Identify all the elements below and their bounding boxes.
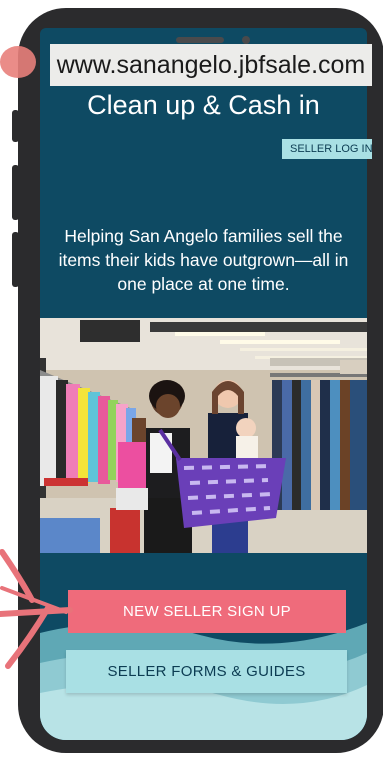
hand-drawn-arrow-icon <box>0 549 73 669</box>
hero-headline: Clean up & Cash in <box>87 90 320 120</box>
tagline-line-2: items their kids have outgrown—all in <box>58 250 349 270</box>
phone-speaker <box>176 37 224 43</box>
decorative-dot <box>0 46 36 78</box>
hero-photo <box>40 318 367 553</box>
wave-background <box>40 553 367 740</box>
new-seller-signup-button[interactable]: NEW SELLER SIGN UP <box>68 590 346 633</box>
phone-mute-switch <box>12 110 19 142</box>
hero-tagline: Helping San Angelo families sell the ite… <box>40 224 367 296</box>
seller-login-button[interactable]: SELLER LOG IN <box>282 139 372 159</box>
phone-volume-up <box>12 165 19 220</box>
phone-camera <box>242 36 250 44</box>
phone-volume-down <box>12 232 19 287</box>
website-url[interactable]: www.sanangelo.jbfsale.com <box>50 44 372 86</box>
seller-forms-guides-button[interactable]: SELLER FORMS & GUIDES <box>66 650 347 693</box>
tagline-line-3: one place at one time. <box>117 274 290 294</box>
tagline-line-1: Helping San Angelo families sell the <box>64 226 343 246</box>
